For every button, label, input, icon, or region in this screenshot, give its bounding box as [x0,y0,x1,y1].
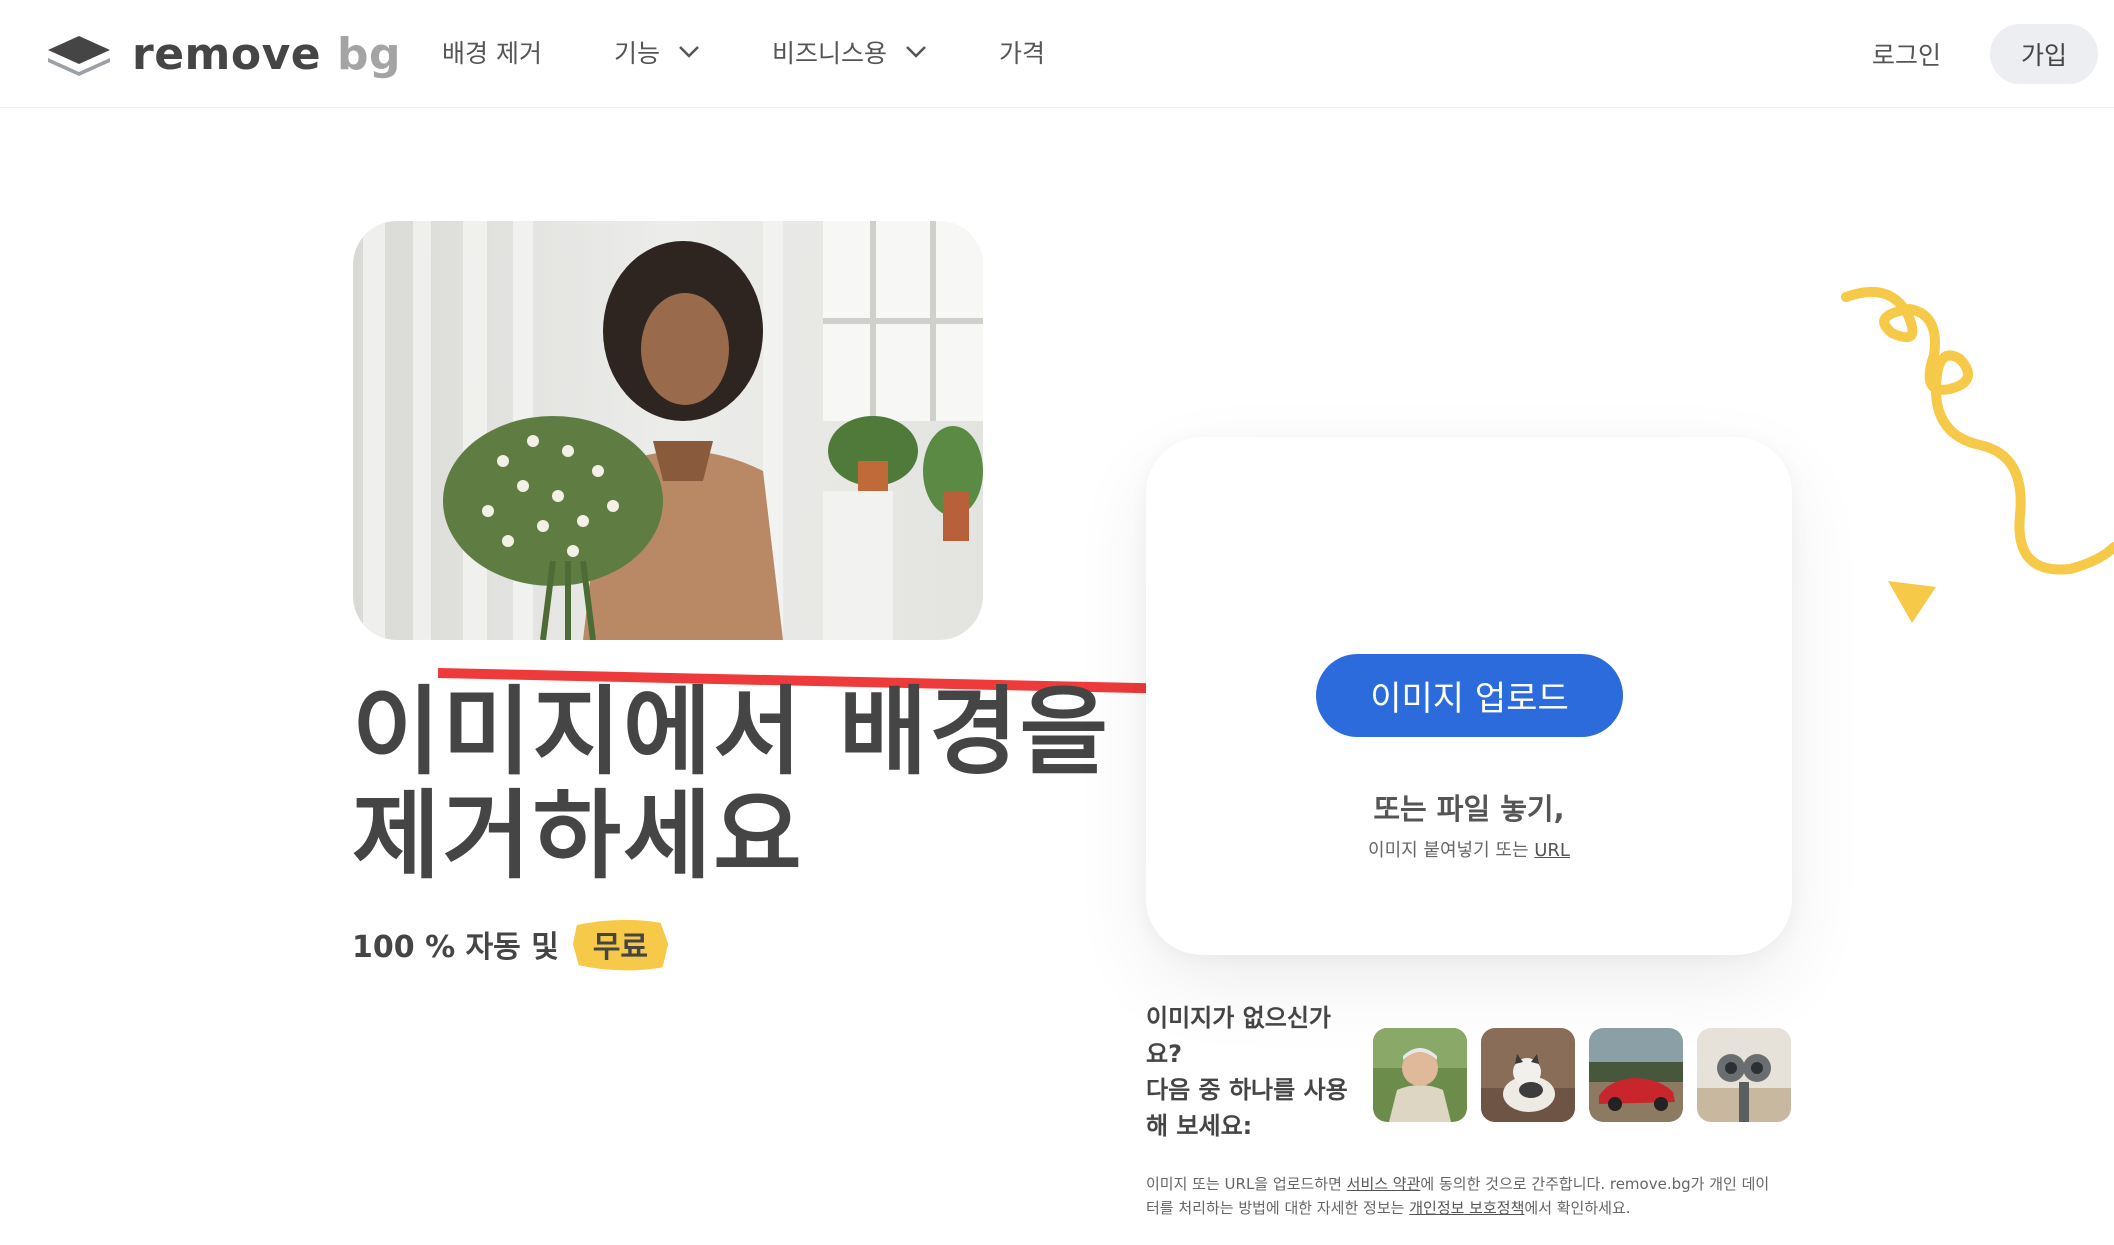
sample-images [1373,1028,1791,1122]
nav-business[interactable]: 비즈니스용 [772,34,927,70]
sample-car-image[interactable] [1589,1028,1683,1122]
logo-layers-icon [48,36,110,76]
free-badge: 무료 [572,916,669,972]
hero-example-image [353,221,983,640]
page-title: 이미지에서 배경을 제거하세요 [352,680,1112,888]
paste-hint: 이미지 붙여넣기 또는 URL [1368,840,1570,861]
chevron-down-icon [906,46,926,58]
nav-features[interactable]: 기능 [614,34,700,70]
page-title-line1: 이미지에서 배경을 [352,676,1110,788]
nav-pricing[interactable]: 가격 [999,34,1045,70]
upload-image-button[interactable]: 이미지 업로드 [1316,654,1623,737]
logo[interactable]: remove bg [44,28,401,80]
nav-remove-background[interactable]: 배경 제거 [442,34,542,70]
site-header: remove bg 배경 제거 기능 비즈니스용 가격 로그인 가입 [0,0,2114,108]
decorative-squiggle [1841,286,2114,623]
hero-subtitle: 100 % 자동 및 무료 [352,916,669,972]
logo-text: remove bg [132,28,401,80]
main-nav: 배경 제거 기능 비즈니스용 가격 [442,34,1117,70]
sample-binoculars-image[interactable] [1697,1028,1791,1122]
sample-person-image[interactable] [1373,1028,1467,1122]
sample-cat-image[interactable] [1481,1028,1575,1122]
url-link[interactable]: URL [1534,840,1570,861]
page-title-line2: 제거하세요 [352,780,804,892]
login-link[interactable]: 로그인 [1872,36,1941,72]
chevron-down-icon [679,46,699,58]
sample-prompt: 이미지가 없으신가 요? 다음 중 하나를 사용 해 보세요: [1146,1004,1348,1140]
terms-notice: 이미지 또는 URL을 업로드하면 서비스 약관에 동의한 것으로 간주합니다.… [1146,1175,1770,1217]
terms-of-service-link[interactable]: 서비스 약관 [1347,1175,1421,1193]
subtitle-text: 100 % 자동 및 [352,930,559,965]
drop-file-text: 또는 파일 놓기, [1373,792,1565,826]
signup-button[interactable]: 가입 [1990,24,2098,84]
privacy-policy-link[interactable]: 개인정보 보호정책 [1409,1199,1524,1217]
